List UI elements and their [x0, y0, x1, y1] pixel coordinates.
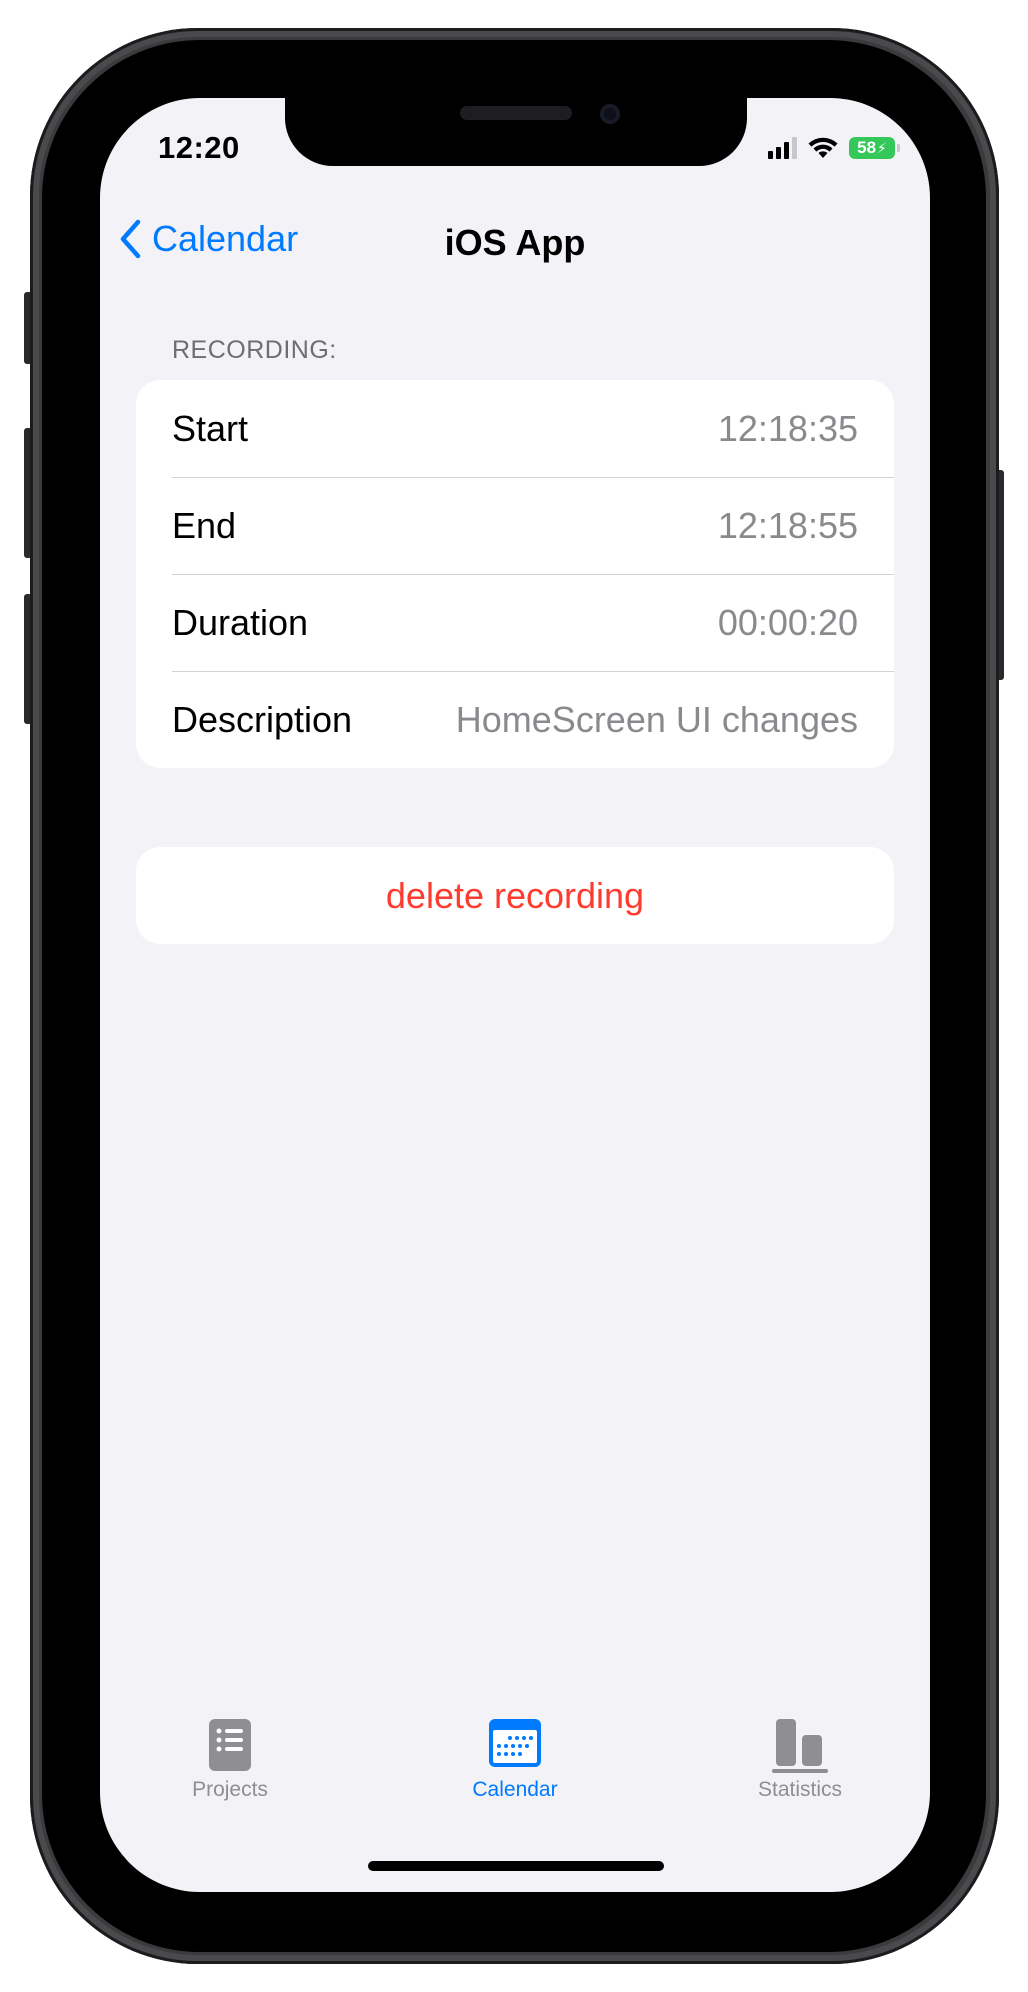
battery-charging-icon: 58 ⚡: [849, 137, 895, 159]
battery-level: 58: [857, 138, 877, 157]
page-title: iOS App: [444, 222, 586, 263]
tab-label: Calendar: [472, 1778, 558, 1801]
tab-label: Statistics: [757, 1778, 843, 1801]
row-value: 12:18:55: [717, 504, 858, 546]
row-label: End: [172, 504, 237, 546]
bolt-icon: ⚡: [877, 139, 887, 156]
description-field[interactable]: HomeScreen UI changes: [456, 699, 858, 741]
cellular-signal-icon: [768, 137, 797, 159]
row-value: 12:18:35: [717, 407, 858, 449]
section-header: RECORDING:: [172, 336, 337, 364]
screen: 12:20 58 ⚡ Calendar iOS App RECORDING: S…: [100, 98, 930, 1892]
speaker: [460, 106, 572, 120]
row-duration: Duration 00:00:20: [136, 574, 894, 671]
row-label: Duration: [172, 601, 309, 643]
tab-bar: Projects Calendar Statistics: [100, 1718, 930, 1818]
calendar-icon: [489, 1719, 541, 1767]
list-doc-icon: [209, 1719, 251, 1771]
bar-chart-icon: [772, 1719, 828, 1773]
delete-recording-label: delete recording: [385, 874, 645, 916]
status-icons: 58 ⚡: [768, 136, 900, 160]
tab-label: Projects: [192, 1778, 268, 1801]
wifi-icon: [808, 137, 838, 158]
battery-cap: [897, 144, 900, 152]
row-start: Start 12:18:35: [136, 380, 894, 477]
tab-statistics[interactable]: Statistics: [700, 1718, 900, 1802]
home-indicator[interactable]: [368, 1861, 664, 1871]
row-label: Description: [172, 698, 353, 740]
row-description[interactable]: Description HomeScreen UI changes: [136, 671, 894, 768]
notch: [285, 98, 747, 166]
row-value: 00:00:20: [717, 601, 858, 643]
row-end: End 12:18:55: [136, 477, 894, 574]
delete-recording-button[interactable]: delete recording: [136, 847, 894, 944]
row-label: Start: [172, 407, 249, 449]
status-time: 12:20: [158, 130, 240, 165]
tab-projects[interactable]: Projects: [130, 1718, 330, 1802]
recording-details-list: Start 12:18:35 End 12:18:55 Duration 00:…: [136, 380, 894, 768]
tab-calendar[interactable]: Calendar: [415, 1718, 615, 1802]
front-camera: [600, 104, 620, 124]
